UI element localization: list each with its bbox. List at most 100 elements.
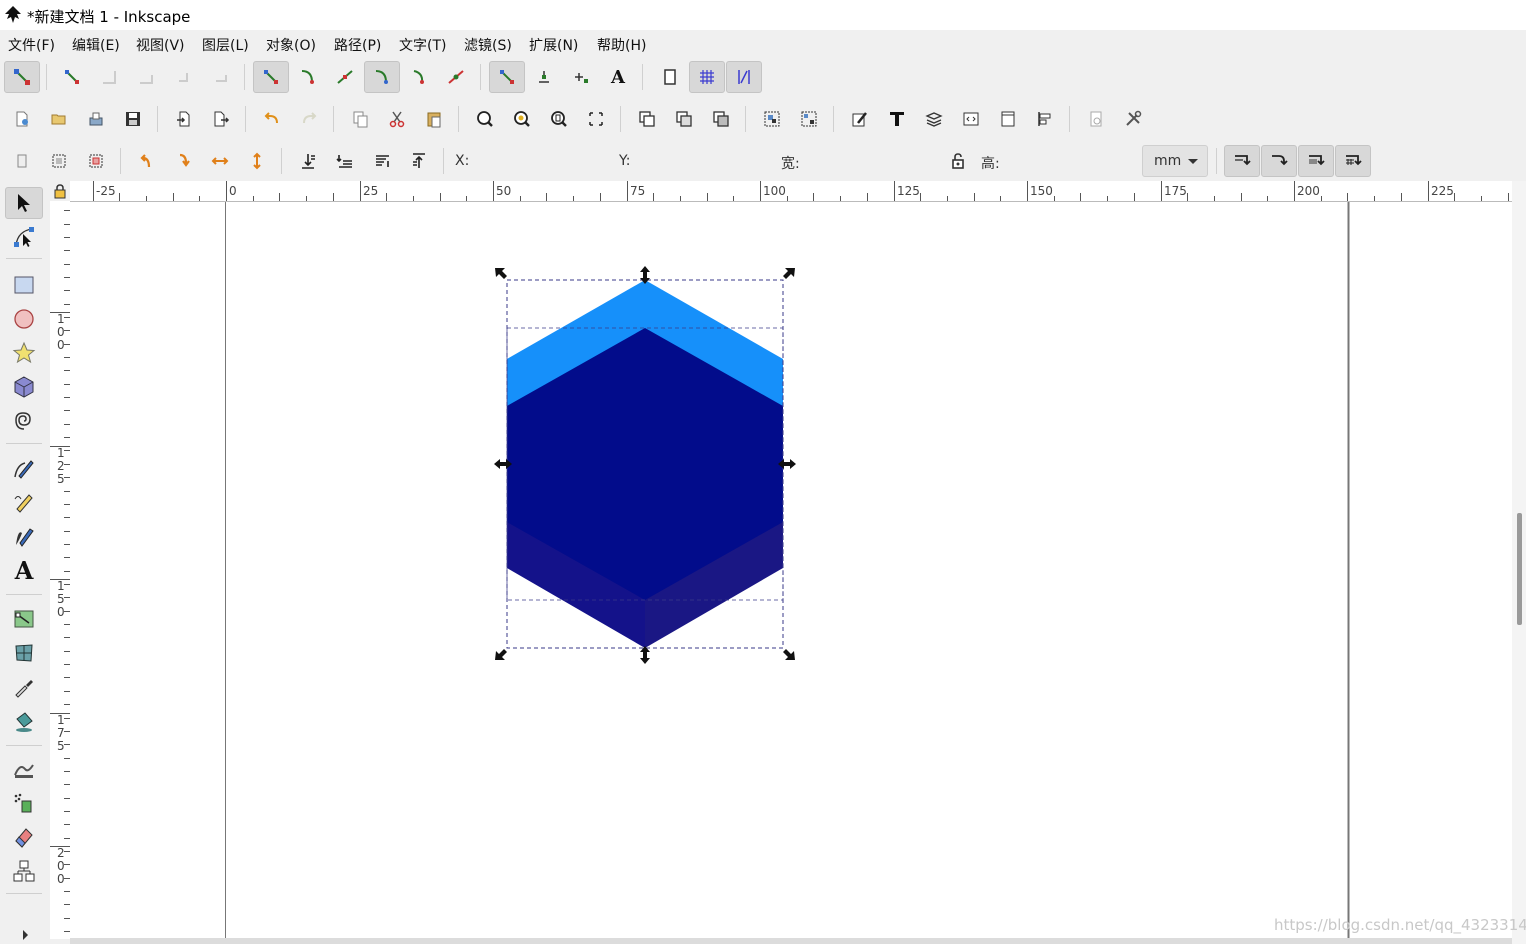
node-tool[interactable] xyxy=(5,221,43,253)
lock-proportions-button[interactable] xyxy=(942,145,974,177)
select-all-layers-button[interactable] xyxy=(41,145,77,177)
snap-bbox-edge-button[interactable] xyxy=(91,61,127,93)
snap-others-button[interactable] xyxy=(489,61,525,93)
snap-text-baseline-button[interactable]: A xyxy=(600,61,636,93)
gradient-tool[interactable] xyxy=(5,603,43,635)
scale-stroke-button[interactable] xyxy=(1224,145,1260,177)
eraser-tool[interactable] xyxy=(5,821,43,853)
redo-button[interactable] xyxy=(291,103,327,135)
vertical-scrollbar[interactable] xyxy=(1512,181,1526,944)
drawing-canvas[interactable] xyxy=(70,202,1512,938)
lower-button[interactable] xyxy=(327,145,363,177)
undo-button[interactable] xyxy=(254,103,290,135)
text-font-button[interactable] xyxy=(879,103,915,135)
snap-bbox-center-button[interactable] xyxy=(202,61,238,93)
menu-text[interactable]: 文字(T) xyxy=(399,35,446,55)
clone-button[interactable] xyxy=(666,103,702,135)
scale-rounded-corners-button[interactable] xyxy=(1261,145,1297,177)
pencil-tool[interactable] xyxy=(5,487,43,519)
paste-button[interactable] xyxy=(416,103,452,135)
connector-tool[interactable] xyxy=(5,855,43,887)
import-button[interactable] xyxy=(166,103,202,135)
hexagon-object[interactable] xyxy=(507,280,783,648)
menu-object[interactable]: 对象(O) xyxy=(266,35,316,55)
rotate-cw-button[interactable] xyxy=(165,145,201,177)
new-document-button[interactable] xyxy=(4,103,40,135)
menu-filters[interactable]: 滤镜(S) xyxy=(464,35,512,55)
flip-vertical-button[interactable] xyxy=(239,145,275,177)
ellipse-tool[interactable] xyxy=(5,303,43,335)
fill-stroke-button[interactable] xyxy=(842,103,878,135)
zoom-page-width-button[interactable] xyxy=(578,103,614,135)
snap-bbox-corner-button[interactable] xyxy=(128,61,164,93)
menu-file[interactable]: 文件(F) xyxy=(8,35,55,55)
snap-rotation-center-button[interactable] xyxy=(563,61,599,93)
open-button[interactable] xyxy=(41,103,77,135)
toolbox-expand-icon[interactable] xyxy=(20,929,30,941)
ungroup-button[interactable] xyxy=(791,103,827,135)
flip-horizontal-button[interactable] xyxy=(202,145,238,177)
vertical-scrollbar-thumb[interactable] xyxy=(1517,513,1522,625)
scale-handle-bottom[interactable] xyxy=(640,646,650,664)
deselect-button[interactable] xyxy=(78,145,114,177)
menu-edit[interactable]: 编辑(E) xyxy=(72,35,120,55)
unit-select[interactable]: mm xyxy=(1142,145,1208,177)
duplicate-button[interactable] xyxy=(629,103,665,135)
rotate-ccw-button[interactable] xyxy=(128,145,164,177)
dropper-tool[interactable] xyxy=(5,671,43,703)
raise-button[interactable] xyxy=(364,145,400,177)
save-button[interactable] xyxy=(115,103,151,135)
cut-button[interactable] xyxy=(379,103,415,135)
move-patterns-button[interactable] xyxy=(1335,145,1371,177)
snap-smooth-button[interactable] xyxy=(401,61,437,93)
move-gradients-button[interactable] xyxy=(1298,145,1334,177)
selector-tool[interactable] xyxy=(5,187,43,219)
zoom-drawing-button[interactable] xyxy=(504,103,540,135)
snap-line-midpoint-button[interactable] xyxy=(438,61,474,93)
box-3d-tool[interactable] xyxy=(5,371,43,403)
tweak-tool[interactable] xyxy=(5,753,43,785)
scale-handle-top-right[interactable] xyxy=(783,268,795,279)
scale-handle-top-left[interactable] xyxy=(495,268,507,279)
star-tool[interactable] xyxy=(5,337,43,369)
guide-lock-toggle[interactable] xyxy=(50,181,70,201)
unlink-clone-button[interactable] xyxy=(703,103,739,135)
document-settings-button[interactable] xyxy=(1078,103,1114,135)
layers-button[interactable] xyxy=(916,103,952,135)
snap-nodes-button[interactable] xyxy=(253,61,289,93)
mesh-tool[interactable] xyxy=(5,637,43,669)
horizontal-scrollbar[interactable] xyxy=(70,938,1512,944)
snap-page-border-button[interactable] xyxy=(652,61,688,93)
snap-cusp-button[interactable] xyxy=(364,61,400,93)
group-button[interactable] xyxy=(754,103,790,135)
zoom-selection-button[interactable] xyxy=(467,103,503,135)
export-button[interactable] xyxy=(203,103,239,135)
snap-grid-button[interactable] xyxy=(689,61,725,93)
snap-bbox-midpoint-button[interactable] xyxy=(165,61,201,93)
raise-to-top-button[interactable] xyxy=(401,145,437,177)
menu-extensions[interactable]: 扩展(N) xyxy=(529,35,578,55)
scale-handle-bottom-right[interactable] xyxy=(783,649,795,660)
snap-bbox-button[interactable] xyxy=(54,61,90,93)
text-tool[interactable]: A xyxy=(5,555,43,587)
menu-help[interactable]: 帮助(H) xyxy=(597,35,646,55)
print-button[interactable] xyxy=(78,103,114,135)
scale-handle-bottom-left[interactable] xyxy=(495,649,507,660)
menu-layer[interactable]: 图层(L) xyxy=(202,35,249,55)
snap-guide-button[interactable] xyxy=(726,61,762,93)
xml-editor-button[interactable] xyxy=(953,103,989,135)
document-properties-button[interactable] xyxy=(990,103,1026,135)
lower-to-bottom-button[interactable] xyxy=(290,145,326,177)
snap-toggle-button[interactable] xyxy=(4,61,40,93)
pen-tool[interactable] xyxy=(5,453,43,485)
paint-bucket-tool[interactable] xyxy=(5,705,43,737)
copy-button[interactable] xyxy=(342,103,378,135)
select-all-button[interactable] xyxy=(4,145,40,177)
snap-path-button[interactable] xyxy=(290,61,326,93)
menu-path[interactable]: 路径(P) xyxy=(334,35,381,55)
spiral-tool[interactable] xyxy=(5,405,43,437)
snap-center-button[interactable] xyxy=(526,61,562,93)
snap-intersection-button[interactable] xyxy=(327,61,363,93)
preferences-button[interactable] xyxy=(1115,103,1151,135)
rectangle-tool[interactable] xyxy=(5,269,43,301)
